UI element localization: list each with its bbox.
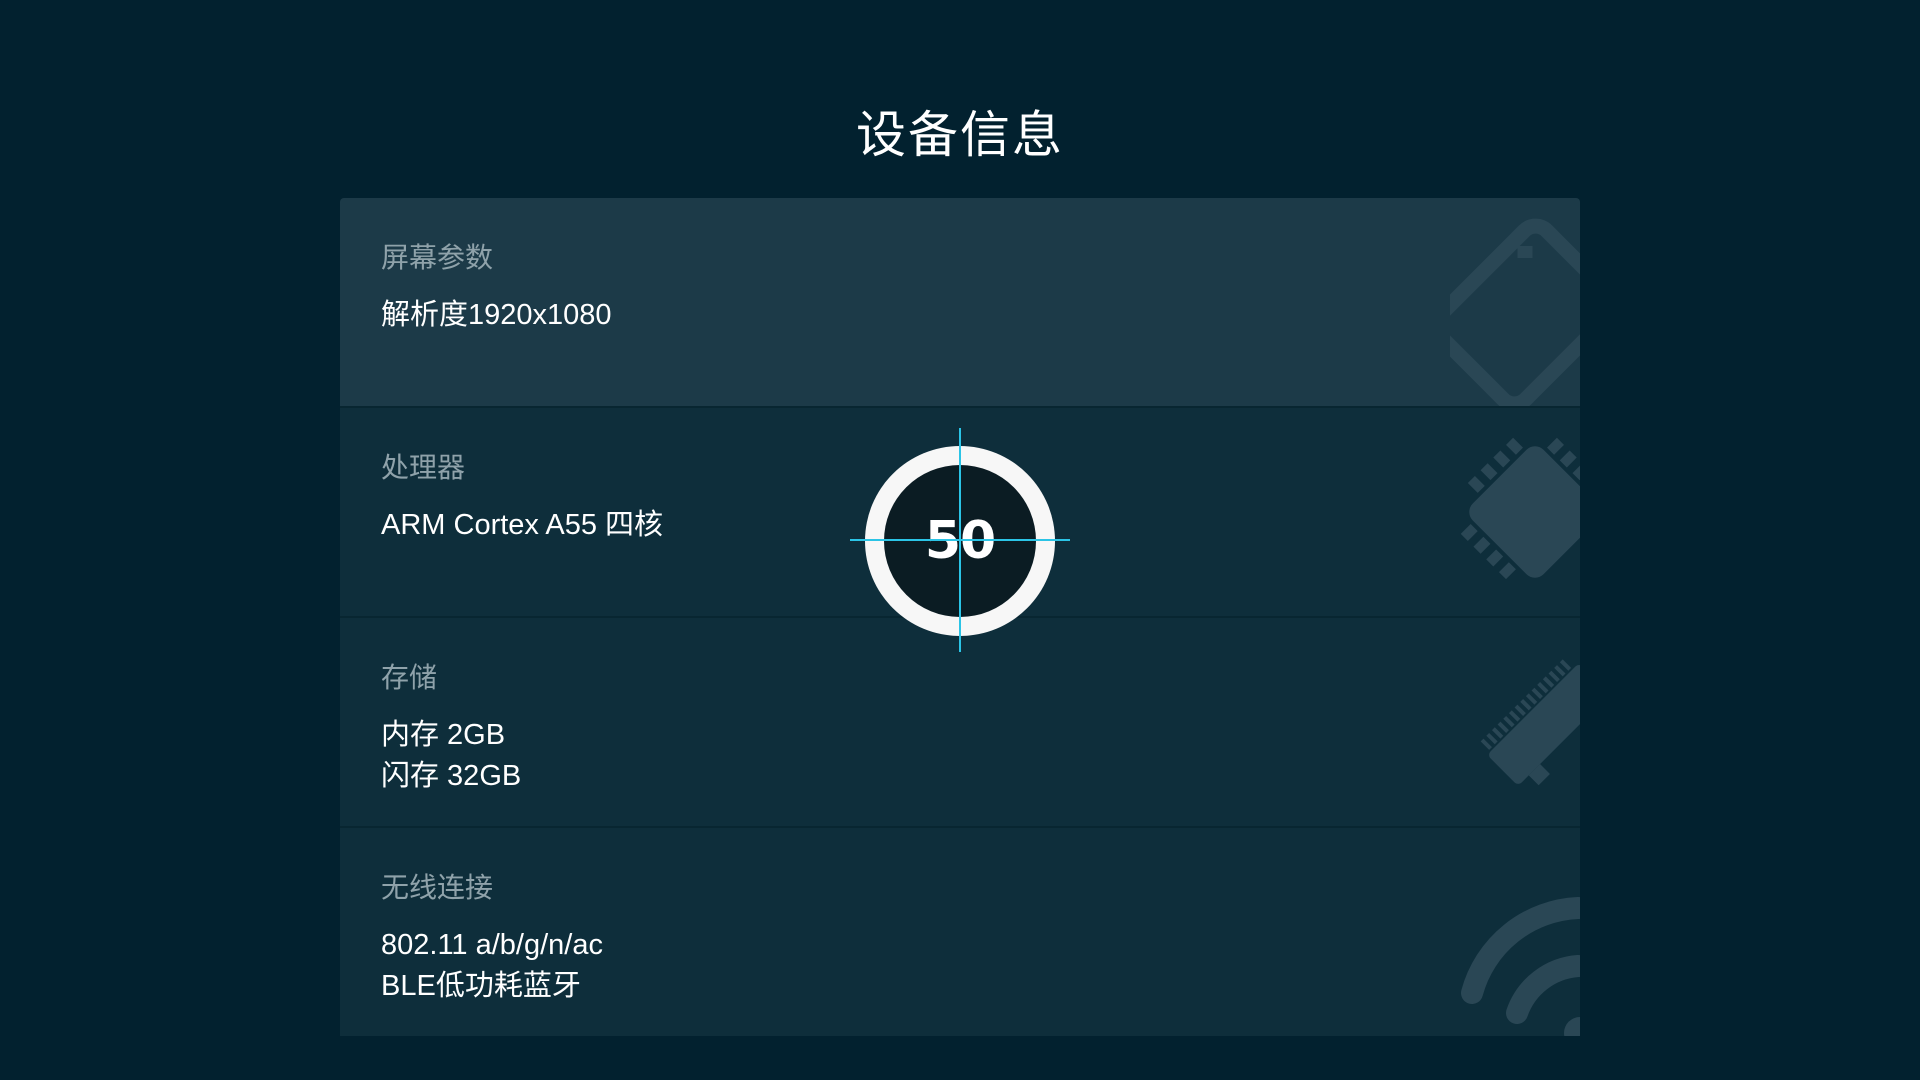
row-value: 内存 2GB 闪存 32GB xyxy=(381,715,521,797)
row-value: ARM Cortex A55 四核 xyxy=(381,505,663,546)
wifi-icon xyxy=(1450,828,1580,1036)
row-label: 无线连接 xyxy=(381,872,494,903)
list-item-screen[interactable]: 屏幕参数 解析度1920x1080 xyxy=(340,198,1580,408)
value-line: ARM Cortex A55 四核 xyxy=(381,509,664,541)
chip-icon xyxy=(1450,408,1580,616)
tv-icon xyxy=(1450,198,1580,406)
loading-indicator: 50 xyxy=(850,428,1070,652)
page-title: 设备信息 xyxy=(856,107,1064,163)
row-label: 处理器 xyxy=(381,452,466,483)
value-line: 解析度1920x1080 xyxy=(381,299,612,331)
value-line: 内存 2GB xyxy=(381,719,506,751)
value-line: BLE低功耗蓝牙 xyxy=(381,970,581,1002)
value-line: 802.11 a/b/g/n/ac xyxy=(381,929,603,961)
list-item-wireless[interactable]: 无线连接 802.11 a/b/g/n/ac BLE低功耗蓝牙 xyxy=(340,828,1580,1036)
row-value: 802.11 a/b/g/n/ac BLE低功耗蓝牙 xyxy=(381,925,603,1007)
value-line: 闪存 32GB xyxy=(381,760,522,792)
crosshair-vertical xyxy=(959,428,961,652)
row-value: 解析度1920x1080 xyxy=(381,295,612,336)
row-label: 屏幕参数 xyxy=(381,242,494,273)
memory-icon xyxy=(1450,618,1580,826)
row-label: 存储 xyxy=(381,662,438,693)
